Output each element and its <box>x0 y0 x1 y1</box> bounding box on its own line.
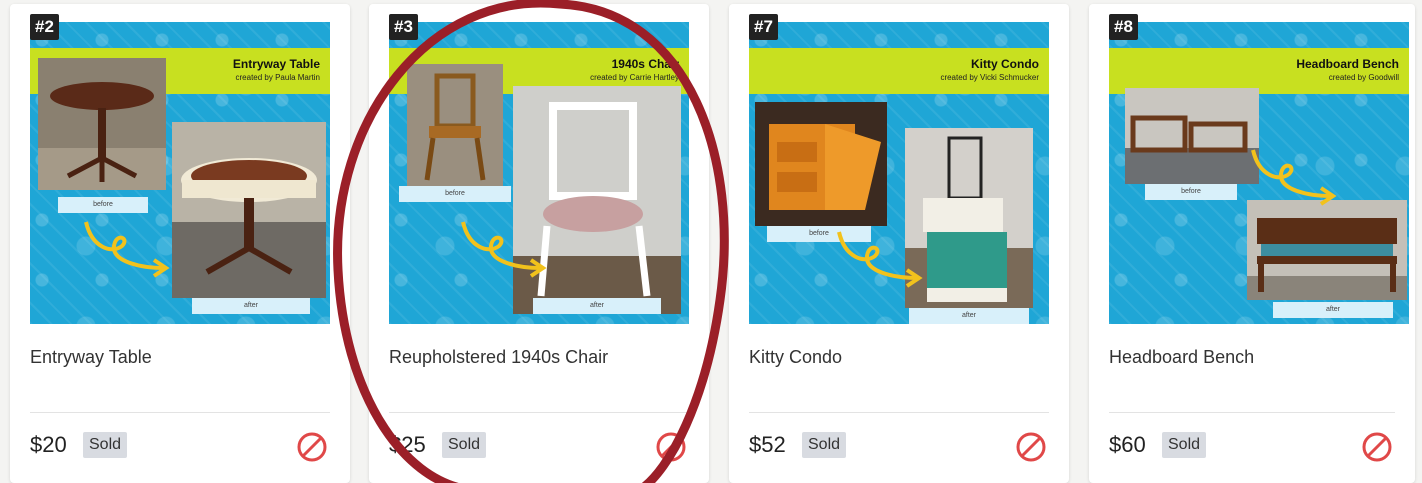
product-title[interactable]: Headboard Bench <box>1109 347 1254 368</box>
no-entry-icon[interactable] <box>1361 431 1393 463</box>
after-label: after <box>533 298 661 314</box>
after-photo <box>513 86 681 314</box>
before-label: before <box>1145 184 1237 200</box>
before-label: before <box>58 197 148 213</box>
sold-badge: Sold <box>442 432 487 458</box>
rank-badge: #2 <box>30 14 59 40</box>
divider <box>389 412 689 413</box>
poster-credit: created by Vicki Schmucker <box>940 73 1039 82</box>
no-entry-icon[interactable] <box>296 431 328 463</box>
bench-icon <box>1247 218 1407 300</box>
divider <box>1109 412 1395 413</box>
orange-cabinet-icon <box>769 124 881 210</box>
curly-arrow-icon <box>837 231 923 288</box>
product-price: $25 <box>389 432 426 457</box>
headboards-icon <box>1125 115 1259 184</box>
before-photo <box>38 58 166 190</box>
poster-title: Headboard Bench <box>1296 57 1399 71</box>
curly-arrow-icon <box>461 221 547 278</box>
curly-arrow-icon <box>84 221 170 278</box>
divider <box>749 412 1049 413</box>
sold-badge: Sold <box>83 432 128 458</box>
product-title[interactable]: Entryway Table <box>30 347 152 368</box>
after-label: after <box>909 308 1029 324</box>
product-title[interactable]: Reupholstered 1940s Chair <box>389 347 608 368</box>
product-image[interactable]: 1940s Chair created by Carrie Hartley be… <box>389 22 689 324</box>
product-price: $60 <box>1109 432 1146 457</box>
sold-badge: Sold <box>802 432 847 458</box>
wooden-chair-icon <box>424 73 486 181</box>
after-photo <box>1247 200 1407 300</box>
poster-credit: created by Goodwill <box>1328 73 1399 82</box>
after-label: after <box>192 298 310 314</box>
after-label: after <box>1273 302 1393 318</box>
product-card-kitty-condo[interactable]: Kitty Condo created by Vicki Schmucker b… <box>729 4 1069 483</box>
rank-badge: #8 <box>1109 14 1138 40</box>
rank-badge: #7 <box>749 14 778 40</box>
rank-badge: #3 <box>389 14 418 40</box>
before-photo <box>1125 88 1259 184</box>
product-title[interactable]: Kitty Condo <box>749 347 842 368</box>
no-entry-icon[interactable] <box>655 431 687 463</box>
product-price: $52 <box>749 432 786 457</box>
product-image[interactable]: Kitty Condo created by Vicki Schmucker b… <box>749 22 1049 324</box>
curly-arrow-icon <box>1251 149 1337 206</box>
product-price: $20 <box>30 432 67 457</box>
before-photo <box>755 102 887 226</box>
product-card-entryway-table[interactable]: Entryway Table created by Paula Martin b… <box>10 4 350 483</box>
white-chair-icon <box>513 102 681 314</box>
product-card-1940s-chair[interactable]: 1940s Chair created by Carrie Hartley be… <box>369 4 709 483</box>
divider <box>30 412 330 413</box>
before-photo <box>407 64 503 186</box>
before-label: before <box>399 186 511 202</box>
round-table-icon <box>38 82 166 190</box>
poster-title: Kitty Condo <box>971 57 1039 71</box>
no-entry-icon[interactable] <box>1015 431 1047 463</box>
after-photo <box>172 122 326 298</box>
product-grid: Entryway Table created by Paula Martin b… <box>0 0 1422 483</box>
poster-banner: Kitty Condo created by Vicki Schmucker <box>749 48 1049 94</box>
round-table-icon <box>172 158 326 298</box>
sold-badge: Sold <box>1162 432 1207 458</box>
product-image[interactable]: Entryway Table created by Paula Martin b… <box>30 22 330 324</box>
product-image[interactable]: Headboard Bench created by Goodwill befo… <box>1109 22 1409 324</box>
product-card-headboard-bench[interactable]: Headboard Bench created by Goodwill befo… <box>1089 4 1415 483</box>
